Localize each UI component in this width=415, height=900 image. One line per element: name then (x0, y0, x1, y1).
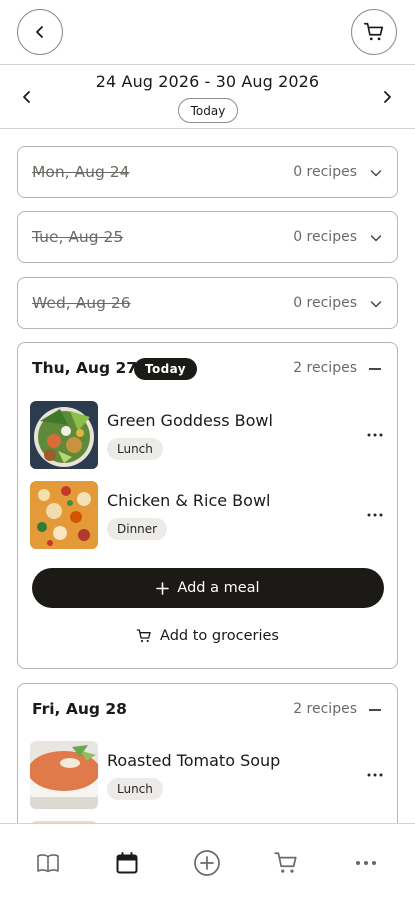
book-icon (37, 854, 59, 873)
roasted-tomato-soup-image (30, 741, 98, 809)
meal-planner-screen: 24 Aug 2026 - 30 Aug 2026 Today Mon, Aug… (0, 0, 415, 900)
add-to-groceries-label: Add to groceries (160, 628, 279, 644)
recipe-thumbnail (30, 401, 98, 469)
add-to-groceries-button[interactable]: Add to groceries (18, 625, 397, 647)
top-bar (0, 0, 415, 64)
add-meal-button[interactable]: Add a meal (32, 568, 384, 608)
cart-button[interactable] (351, 9, 397, 55)
nav-more[interactable] (351, 848, 381, 878)
shopping-cart-icon (274, 852, 297, 873)
week-header: 24 Aug 2026 - 30 Aug 2026 Today (0, 64, 415, 129)
day-label: Tue, Aug 25 (32, 228, 124, 246)
chevron-down-icon (370, 235, 382, 242)
day-card-wed[interactable]: Wed, Aug 26 0 recipes (17, 277, 398, 329)
today-badge: Today (134, 358, 197, 380)
collapse-icon[interactable] (369, 709, 381, 711)
shopping-cart-icon (364, 22, 384, 41)
more-horizontal-icon (367, 433, 383, 437)
nav-groceries[interactable] (271, 848, 301, 878)
chevron-left-icon (36, 26, 43, 38)
meal-type-chip: Lunch (107, 778, 163, 800)
day-label: Mon, Aug 24 (32, 163, 130, 181)
day-row[interactable]: Fri, Aug 28 2 recipes (18, 684, 397, 736)
more-horizontal-icon (367, 513, 383, 517)
week-range-title: 24 Aug 2026 - 30 Aug 2026 (95, 72, 320, 91)
recipe-thumbnail (30, 741, 98, 809)
recipe-item[interactable]: Green Goddess Bowl Lunch (30, 401, 386, 469)
day-row[interactable]: Wed, Aug 26 0 recipes (18, 278, 397, 330)
chevron-down-icon (370, 301, 382, 308)
day-card-tue[interactable]: Tue, Aug 25 0 recipes (17, 211, 398, 263)
chevron-right-icon (384, 91, 391, 103)
recipe-name: Chicken & Rice Bowl (107, 491, 271, 510)
recipe-name: Roasted Tomato Soup (107, 751, 281, 770)
nav-meal-plan[interactable] (112, 848, 142, 878)
meal-type-chip: Lunch (107, 438, 163, 460)
recipe-count: 2 recipes (293, 701, 357, 717)
shopping-cart-icon (136, 629, 151, 643)
day-row[interactable]: Mon, Aug 24 0 recipes (18, 147, 397, 199)
recipe-count: 0 recipes (293, 229, 357, 245)
calendar-icon (116, 852, 138, 874)
recipe-item[interactable]: Chicken & Rice Bowl Dinner (30, 481, 386, 549)
day-label: Wed, Aug 26 (32, 294, 131, 312)
collapse-icon[interactable] (369, 368, 381, 370)
recipe-count: 0 recipes (293, 295, 357, 311)
recipe-item[interactable]: Roasted Tomato Soup Lunch (30, 741, 386, 809)
recipe-more-button[interactable] (364, 765, 386, 785)
day-label: Fri, Aug 28 (32, 700, 127, 718)
previous-week-button[interactable] (17, 87, 37, 107)
day-card-mon[interactable]: Mon, Aug 24 0 recipes (17, 146, 398, 198)
nav-recipes[interactable] (33, 848, 63, 878)
recipe-name: Green Goddess Bowl (107, 411, 273, 430)
chevron-left-icon (23, 91, 30, 103)
recipe-count: 2 recipes (293, 360, 357, 376)
green-goddess-bowl-image (30, 401, 98, 469)
next-week-button[interactable] (377, 87, 397, 107)
recipe-thumbnail (30, 481, 98, 549)
nav-add[interactable] (192, 848, 222, 878)
recipe-count: 0 recipes (293, 164, 357, 180)
meal-type-chip: Dinner (107, 518, 168, 540)
bottom-nav (0, 823, 415, 900)
more-horizontal-icon (356, 861, 376, 865)
chicken-rice-bowl-image (30, 481, 98, 549)
plus-icon (156, 581, 170, 595)
day-row[interactable]: Thu, Aug 27 Today 2 recipes (18, 343, 397, 395)
chevron-down-icon (370, 170, 382, 177)
day-card-thu: Thu, Aug 27 Today 2 recipes Green Goddes… (17, 342, 398, 669)
today-button[interactable]: Today (178, 98, 238, 123)
day-row[interactable]: Tue, Aug 25 0 recipes (18, 212, 397, 264)
day-label: Thu, Aug 27 (32, 359, 138, 377)
plus-circle-icon (194, 850, 220, 876)
recipe-more-button[interactable] (364, 505, 386, 525)
more-horizontal-icon (367, 773, 383, 777)
add-meal-label: Add a meal (177, 580, 260, 596)
back-button[interactable] (17, 9, 63, 55)
recipe-more-button[interactable] (364, 425, 386, 445)
